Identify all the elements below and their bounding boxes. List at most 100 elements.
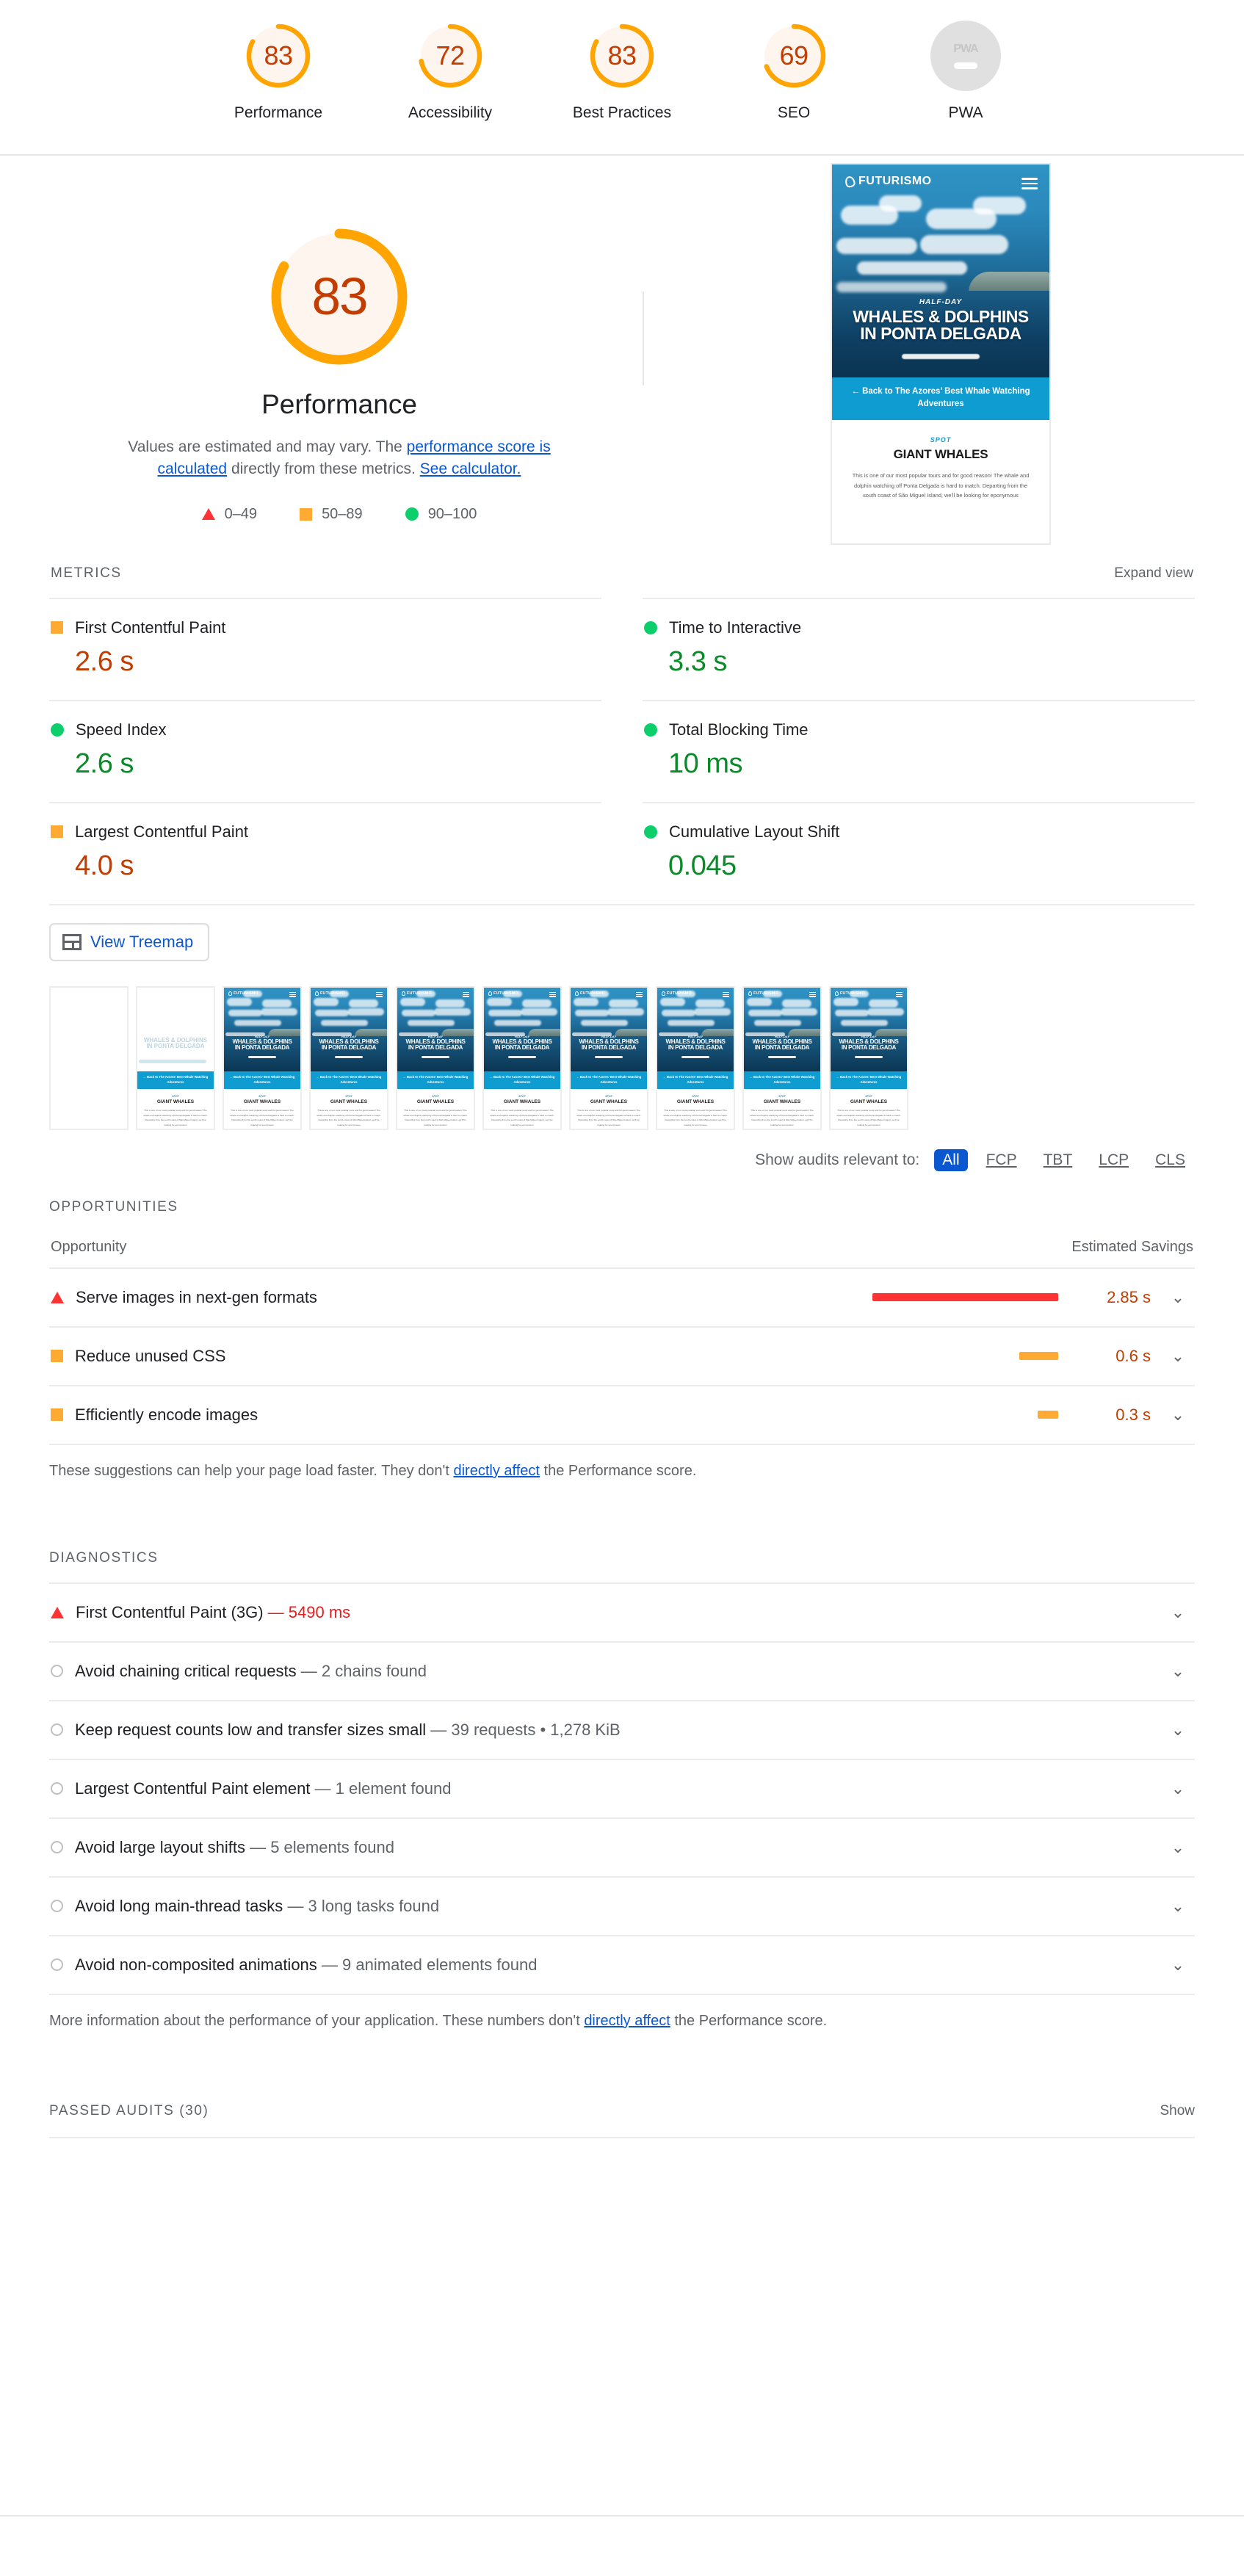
opportunities-section-header: OPPORTUNITIES [49, 1199, 1195, 1215]
score-legend: 0–49 50–89 90–100 [201, 506, 477, 523]
footer-divider [0, 2515, 1244, 2517]
frame-headline: WHALES & DOLPHINS IN PONTA DELGADA [405, 1038, 466, 1052]
frame-headline: WHALES & DOLPHINS IN PONTA DELGADA [839, 1038, 899, 1052]
chevron-down-icon[interactable]: ⌄ [1162, 1955, 1193, 1975]
screenshot-back-link[interactable]: ← Back to The Azores’ Best Whale Watchin… [832, 377, 1049, 420]
frame-spot-label: SPOT [258, 1094, 266, 1098]
view-treemap-button[interactable]: View Treemap [49, 922, 210, 961]
frame-paragraph: This is one of our most popular tours an… [836, 1108, 901, 1127]
frame-brand: FUTURISMO [662, 991, 692, 996]
final-screenshot: FUTURISMO HALF-DAY WHALES & DOLPHINS IN … [831, 163, 1051, 545]
diagnostic-label: Largest Contentful Paint element — 1 ele… [75, 1779, 1151, 1798]
filmstrip-frame: FUTURISMO HALF-DAY WHALES & DOLPHINS IN PON… [223, 985, 302, 1130]
clouds-decoration [832, 192, 1049, 281]
score-gauge-best-practices[interactable]: 83 Best Practices [567, 21, 677, 122]
diagnostic-row[interactable]: Avoid non-composited animations — 9 anim… [49, 1934, 1195, 1994]
passed-audits-title: PASSED AUDITS (30) [49, 2102, 209, 2119]
opportunity-name: Efficiently encode images [75, 1405, 258, 1424]
opportunity-row[interactable]: Efficiently encode images 0.3 s ⌄ [49, 1384, 1195, 1444]
chevron-down-icon[interactable]: ⌄ [1162, 1603, 1193, 1622]
metric-pass-circle-icon [644, 723, 657, 737]
audit-filter-chip-tbt[interactable]: TBT [1035, 1149, 1081, 1171]
metric-pass-circle-icon [644, 621, 657, 634]
chevron-down-icon[interactable]: ⌄ [1162, 1721, 1193, 1740]
square-swatch-icon [300, 507, 313, 521]
diagnostics-directly-affect-link[interactable]: directly affect [584, 2013, 670, 2029]
opportunity-column-header: Opportunity [51, 1238, 127, 1255]
chevron-down-icon[interactable]: ⌄ [1162, 1897, 1193, 1916]
headline-line-2: IN PONTA DELGADA [860, 324, 1021, 344]
frame-back-link: ← Back to The Azores’ Best Whale Watchin… [571, 1071, 647, 1089]
score-scale-bar: 83 Performance 72 Accessibility 83 Best Pract… [0, 0, 1244, 156]
chevron-down-icon[interactable]: ⌄ [1162, 1347, 1193, 1366]
diagnostic-row[interactable]: Largest Contentful Paint element — 1 ele… [49, 1758, 1195, 1817]
futurismo-logo: FUTURISMO [844, 175, 932, 188]
opportunity-row[interactable]: Reduce unused CSS 0.6 s ⌄ [49, 1325, 1195, 1385]
expand-view-button[interactable]: Expand view [1114, 565, 1193, 582]
frame-subtitle: GIANT WHALES [156, 1099, 195, 1104]
frame-spot-label: SPOT [778, 1094, 786, 1098]
pwa-gauge-text: PWA [953, 42, 978, 55]
see-calculator-link[interactable]: See calculator. [420, 460, 521, 477]
audit-filter-row: Show audits relevant to: All FCP TBT LCP CLS [49, 1148, 1195, 1171]
chevron-down-icon[interactable]: ⌄ [1162, 1288, 1193, 1307]
hamburger-menu-icon[interactable] [1021, 178, 1038, 192]
score-gauge-pwa[interactable]: PWA PWA [911, 21, 1021, 122]
audit-filter-chip-cls[interactable]: CLS [1147, 1149, 1193, 1171]
frame-brand: FUTURISMO [748, 991, 778, 996]
frame-hero-image: FUTURISMO HALF-DAY WHALES & DOLPHINS IN PON… [311, 987, 387, 1071]
chevron-down-icon[interactable]: ⌄ [1162, 1405, 1193, 1425]
frame-subtitle: GIANT WHALES [330, 1099, 368, 1104]
frame-spot-label: SPOT [865, 1094, 872, 1098]
whale-tail-icon [844, 175, 856, 188]
score-legend-item: 50–89 [300, 506, 363, 523]
filmstrip-frame: FUTURISMO HALF-DAY WHALES & DOLPHINS IN PON… [482, 985, 562, 1130]
score-gauge-accessibility[interactable]: 72 Accessibility [395, 21, 505, 122]
screenshot-hero-image: FUTURISMO HALF-DAY WHALES & DOLPHINS IN … [832, 164, 1049, 377]
diagnostic-row[interactable]: First Contentful Paint (3G) — 5490 ms ⌄ [49, 1582, 1195, 1641]
frame-back-link: ← Back to The Azores’ Best Whale Watchin… [657, 1071, 734, 1089]
informative-circle-icon [51, 1782, 63, 1795]
passed-audits-divider [49, 2136, 1195, 2138]
metric-item[interactable]: Largest Contentful Paint 4.0 s [49, 801, 601, 904]
opportunities-directly-affect-link[interactable]: directly affect [453, 1463, 539, 1479]
opportunity-row[interactable]: Serve images in next-gen formats 2.85 s ⌄ [49, 1267, 1195, 1326]
metric-average-square-icon [51, 621, 63, 634]
whale-tail-icon [402, 991, 405, 996]
audit-filter-chip-all[interactable]: All [934, 1148, 968, 1171]
diagnostics-note-post: the Performance score. [670, 2012, 828, 2029]
chevron-down-icon[interactable]: ⌄ [1162, 1662, 1193, 1681]
diagnostic-name: Keep request counts low and transfer siz… [75, 1720, 427, 1739]
diagnostic-label: Avoid non-composited animations — 9 anim… [75, 1955, 1151, 1975]
frame-spot-label: SPOT [605, 1094, 612, 1098]
diagnostics-note-pre: More information about the performance o… [49, 2012, 585, 2029]
filmstrip-frame: FUTURISMO HALF-DAY WHALES & DOLPHINS IN PON… [656, 985, 735, 1130]
score-gauge-seo[interactable]: 69 SEO [739, 21, 849, 122]
informative-circle-icon [51, 1665, 63, 1678]
metric-item[interactable]: First Contentful Paint 2.6 s [49, 597, 601, 700]
diagnostic-row[interactable]: Avoid large layout shifts — 5 elements f… [49, 1817, 1195, 1876]
audit-filter-chip-fcp[interactable]: FCP [978, 1149, 1025, 1171]
screenshot-subtitle: GIANT WHALES [893, 447, 988, 461]
diagnostic-row[interactable]: Avoid long main-thread tasks — 3 long ta… [49, 1875, 1195, 1935]
metric-item[interactable]: Total Blocking Time 10 ms [643, 699, 1195, 802]
score-gauge-performance[interactable]: 83 Performance [223, 21, 333, 122]
opportunity-bar-area [270, 1411, 1068, 1419]
fail-triangle-icon [51, 1606, 64, 1618]
frame-spot-label: SPOT [692, 1094, 699, 1098]
passed-audits-show-toggle[interactable]: Show [1160, 2103, 1195, 2119]
pwa-gauge: PWA [930, 21, 1001, 91]
metric-item[interactable]: Speed Index 2.6 s [49, 699, 601, 802]
whale-tail-icon [575, 991, 579, 996]
diagnostics-section-header: DIAGNOSTICS [49, 1550, 1195, 1566]
score-gauge-dial: 72 [415, 21, 485, 91]
audit-filter-chip-lcp[interactable]: LCP [1091, 1149, 1137, 1171]
diagnostic-row[interactable]: Keep request counts low and transfer siz… [49, 1699, 1195, 1759]
chevron-down-icon[interactable]: ⌄ [1162, 1779, 1193, 1798]
metric-item[interactable]: Cumulative Layout Shift 0.045 [643, 801, 1195, 904]
chevron-down-icon[interactable]: ⌄ [1162, 1838, 1193, 1857]
diagnostic-row[interactable]: Avoid chaining critical requests — 2 cha… [49, 1640, 1195, 1700]
filmstrip-frame [49, 985, 129, 1130]
metric-item[interactable]: Time to Interactive 3.3 s [643, 597, 1195, 700]
frame-hamburger-icon [376, 991, 383, 998]
